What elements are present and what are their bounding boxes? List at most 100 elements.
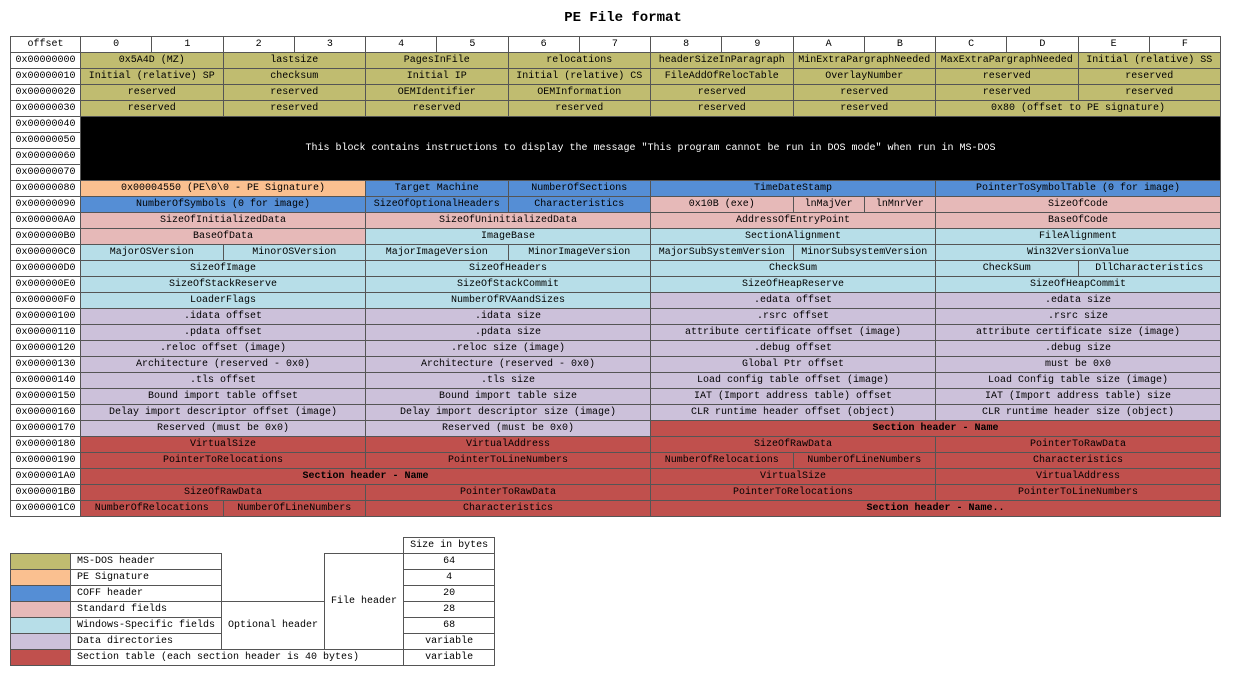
- field-cell: VirtualAddress: [366, 437, 651, 453]
- header-col: 4: [366, 37, 437, 53]
- field-cell: Global Ptr offset: [651, 357, 936, 373]
- legend-table: Size in bytesMS-DOS headerFile header64P…: [10, 537, 495, 666]
- header-col: 3: [294, 37, 365, 53]
- field-cell: NumberOfLineNumbers: [793, 453, 936, 469]
- legend-size: 28: [404, 602, 495, 618]
- field-cell: reserved: [223, 85, 366, 101]
- field-cell: checksum: [223, 69, 366, 85]
- field-cell: reserved: [651, 101, 794, 117]
- legend-size-header: Size in bytes: [404, 538, 495, 554]
- header-col: 0: [81, 37, 152, 53]
- field-cell: SizeOfStackCommit: [366, 277, 651, 293]
- legend-label: Standard fields: [71, 602, 222, 618]
- field-cell: NumberOfRVAandSizes: [366, 293, 651, 309]
- header-col: E: [1078, 37, 1149, 53]
- field-cell: reserved: [793, 101, 936, 117]
- field-cell: SizeOfRawData: [651, 437, 936, 453]
- field-cell: VirtualAddress: [936, 469, 1221, 485]
- field-cell: Delay import descriptor size (image): [366, 405, 651, 421]
- header-col: 8: [651, 37, 722, 53]
- legend-label: COFF header: [71, 586, 222, 602]
- field-cell: must be 0x0: [936, 357, 1221, 373]
- header-col: A: [793, 37, 864, 53]
- field-cell: .edata size: [936, 293, 1221, 309]
- legend-optional-header: Optional header: [222, 602, 325, 650]
- field-cell: reserved: [81, 101, 224, 117]
- page-title: PE File format: [10, 10, 1236, 26]
- field-cell: Target Machine: [366, 181, 509, 197]
- offset-cell: 0x00000010: [11, 69, 81, 85]
- header-col: B: [864, 37, 935, 53]
- field-cell: FileAlignment: [936, 229, 1221, 245]
- legend-swatch: [11, 650, 71, 666]
- field-cell: Characteristics: [508, 197, 651, 213]
- field-cell: reserved: [1078, 85, 1221, 101]
- offset-cell: 0x000001C0: [11, 501, 81, 517]
- field-cell: attribute certificate offset (image): [651, 325, 936, 341]
- field-cell: NumberOfSections: [508, 181, 651, 197]
- field-cell: MajorSubSystemVersion: [651, 245, 794, 261]
- field-cell: MinorSubsystemVersion: [793, 245, 936, 261]
- field-cell: lnMajVer: [793, 197, 864, 213]
- field-cell: .tls offset: [81, 373, 366, 389]
- field-cell: MinExtraPargraphNeeded: [793, 53, 936, 69]
- field-cell: ImageBase: [366, 229, 651, 245]
- header-offset: offset: [11, 37, 81, 53]
- field-cell: SizeOfRawData: [81, 485, 366, 501]
- field-cell: PointerToLineNumbers: [936, 485, 1221, 501]
- offset-cell: 0x000000E0: [11, 277, 81, 293]
- field-cell: Section header - Name: [81, 469, 651, 485]
- field-cell: SizeOfImage: [81, 261, 366, 277]
- field-cell: 0x5A4D (MZ): [81, 53, 224, 69]
- field-cell: MaxExtraPargraphNeeded: [936, 53, 1079, 69]
- legend-label: Section table (each section header is 40…: [71, 650, 404, 666]
- field-cell: SizeOfCode: [936, 197, 1221, 213]
- offset-cell: 0x00000180: [11, 437, 81, 453]
- field-cell: BaseOfCode: [936, 213, 1221, 229]
- dos-stub-message: This block contains instructions to disp…: [81, 117, 1221, 181]
- offset-cell: 0x00000050: [11, 133, 81, 149]
- field-cell: reserved: [81, 85, 224, 101]
- field-cell: OEMIdentifier: [366, 85, 509, 101]
- field-cell: lnMnrVer: [864, 197, 935, 213]
- offset-cell: 0x00000110: [11, 325, 81, 341]
- field-cell: PointerToLineNumbers: [366, 453, 651, 469]
- offset-cell: 0x00000020: [11, 85, 81, 101]
- header-col: 9: [722, 37, 793, 53]
- field-cell: PagesInFile: [366, 53, 509, 69]
- field-cell: Initial (relative) CS: [508, 69, 651, 85]
- offset-cell: 0x00000160: [11, 405, 81, 421]
- offset-cell: 0x00000140: [11, 373, 81, 389]
- offset-cell: 0x00000120: [11, 341, 81, 357]
- field-cell: VirtualSize: [651, 469, 936, 485]
- legend-size: 4: [404, 570, 495, 586]
- field-cell: LoaderFlags: [81, 293, 366, 309]
- field-cell: Bound import table offset: [81, 389, 366, 405]
- field-cell: VirtualSize: [81, 437, 366, 453]
- field-cell: CLR runtime header size (object): [936, 405, 1221, 421]
- legend-swatch: [11, 618, 71, 634]
- legend-label: Windows-Specific fields: [71, 618, 222, 634]
- field-cell: IAT (Import address table) offset: [651, 389, 936, 405]
- field-cell: Win32VersionValue: [936, 245, 1221, 261]
- field-cell: TimeDateStamp: [651, 181, 936, 197]
- legend-swatch: [11, 554, 71, 570]
- legend-swatch: [11, 570, 71, 586]
- header-col: 1: [152, 37, 223, 53]
- field-cell: .pdata offset: [81, 325, 366, 341]
- field-cell: SizeOfStackReserve: [81, 277, 366, 293]
- field-cell: FileAddOfRelocTable: [651, 69, 794, 85]
- field-cell: .idata offset: [81, 309, 366, 325]
- field-cell: CLR runtime header offset (object): [651, 405, 936, 421]
- offset-cell: 0x000001B0: [11, 485, 81, 501]
- offset-cell: 0x00000150: [11, 389, 81, 405]
- field-cell: DllCharacteristics: [1078, 261, 1221, 277]
- offset-cell: 0x00000060: [11, 149, 81, 165]
- field-cell: reserved: [1078, 69, 1221, 85]
- legend-swatch: [11, 586, 71, 602]
- legend-size: 20: [404, 586, 495, 602]
- offset-cell: 0x000000D0: [11, 261, 81, 277]
- offset-cell: 0x000000B0: [11, 229, 81, 245]
- field-cell: PointerToRelocations: [651, 485, 936, 501]
- field-cell: NumberOfRelocations: [651, 453, 794, 469]
